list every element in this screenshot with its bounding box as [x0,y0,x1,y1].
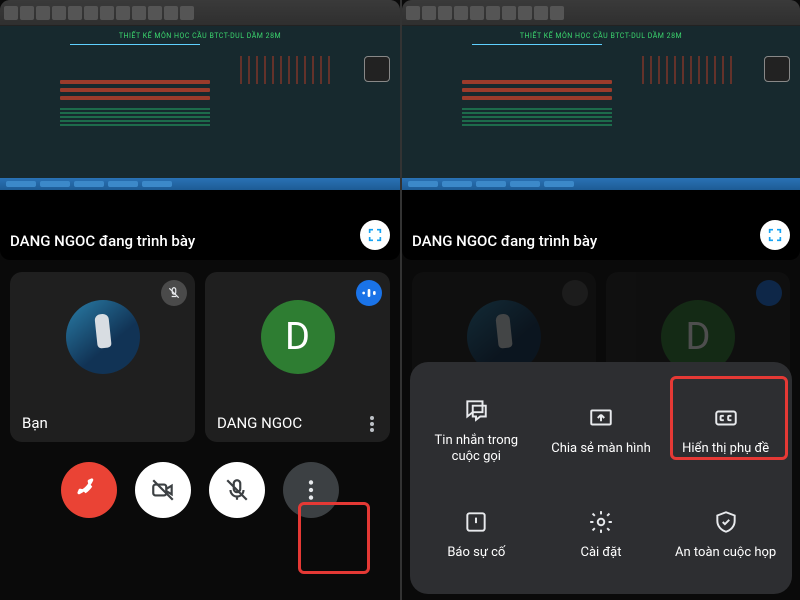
fullscreen-icon [767,227,783,243]
presentation-area: THIẾT KẾ MÔN HỌC CẦU BTCT-DUL DẦM 28M DA… [402,0,800,260]
pane-left: THIẾT KẾ MÔN HỌC CẦU BTCT-DUL DẦM 28M DA… [0,0,400,600]
fullscreen-button[interactable] [360,220,390,250]
chat-icon [463,397,489,423]
share-screen-icon [588,405,614,431]
tile-menu-button[interactable] [362,414,382,434]
presenting-label: DANG NGOC đang trình bày [10,232,195,250]
pane-right: THIẾT KẾ MÔN HỌC CẦU BTCT-DUL DẦM 28M DA… [400,0,800,600]
sheet-label: Báo sự cố [447,545,505,561]
sheet-share-screen[interactable]: Chia sẻ màn hình [541,380,662,480]
sheet-report[interactable]: Báo sự cố [416,484,537,584]
avatar: D [261,300,335,374]
report-icon [463,509,489,535]
avatar-letter: D [285,315,310,359]
sheet-label: Cài đặt [580,545,621,561]
hangup-button[interactable] [61,462,117,518]
cad-statusbar [0,178,400,190]
cad-ribbon [0,0,400,26]
participant-tiles: Bạn D DANG NGOC [0,260,400,442]
cc-icon [713,405,739,431]
tile-name: Bạn [22,414,48,432]
drawing-title: THIẾT KẾ MÔN HỌC CẦU BTCT-DUL DẦM 28M [119,32,281,40]
camera-off-icon [150,477,176,503]
call-controls [0,442,400,532]
mic-off-icon [224,477,250,503]
shared-screen-content: THIẾT KẾ MÔN HỌC CẦU BTCT-DUL DẦM 28M [0,0,400,190]
tile-self[interactable]: Bạn [10,272,195,442]
shared-screen-content: THIẾT KẾ MÔN HỌC CẦU BTCT-DUL DẦM 28M [402,0,800,190]
mic-active-badge [356,280,382,306]
camera-off-button[interactable] [135,462,191,518]
more-vert-icon [298,477,324,503]
more-options-button[interactable] [283,462,339,518]
tile-name: DANG NGOC [217,414,302,432]
shield-icon [713,509,739,535]
fullscreen-icon [367,227,383,243]
sheet-settings[interactable]: Cài đặt [541,484,662,584]
sheet-label: Tin nhắn trong cuộc gọi [422,433,531,466]
sheet-label: Chia sẻ màn hình [551,441,651,457]
fullscreen-button[interactable] [760,220,790,250]
settings-icon [588,509,614,535]
cad-canvas: THIẾT KẾ MÔN HỌC CẦU BTCT-DUL DẦM 28M [0,26,400,178]
sheet-safety[interactable]: An toàn cuộc họp [665,484,786,584]
sheet-label: An toàn cuộc họp [675,545,776,561]
sheet-captions[interactable]: Hiển thị phụ đề [665,380,786,480]
presenting-label: DANG NGOC đang trình bày [412,232,597,250]
phone-hangup-icon [76,477,102,503]
mic-muted-badge [161,280,187,306]
tile-participant[interactable]: D DANG NGOC [205,272,390,442]
sheet-chat[interactable]: Tin nhắn trong cuộc gọi [416,380,537,480]
more-options-sheet: Tin nhắn trong cuộc gọi Chia sẻ màn hình… [410,362,792,594]
viewcube-icon [364,56,390,82]
mic-off-button[interactable] [209,462,265,518]
sheet-label: Hiển thị phụ đề [682,441,769,457]
presentation-area: THIẾT KẾ MÔN HỌC CẦU BTCT-DUL DẦM 28M DA… [0,0,400,260]
avatar [66,300,140,374]
